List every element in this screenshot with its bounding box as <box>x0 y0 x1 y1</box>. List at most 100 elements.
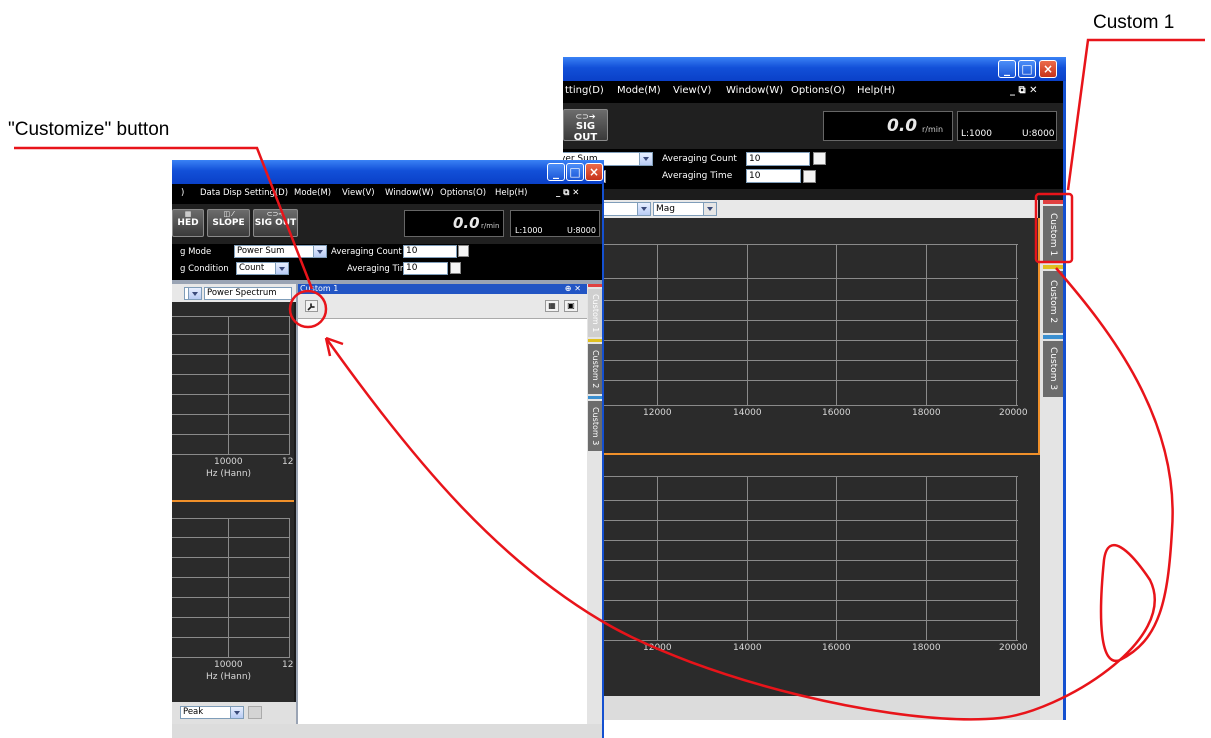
sig-out-icon: ⊂⊃➔ <box>575 112 596 121</box>
graph-header: Mag <box>563 200 1038 218</box>
minimize-button[interactable]: _ <box>547 163 565 181</box>
menu-item-mode[interactable]: Mode(M) <box>294 188 331 198</box>
menu-item-data-disp-setting[interactable]: Data Disp Setting(D) <box>200 188 288 198</box>
x-tick: 18000 <box>912 408 941 418</box>
x-tick: 14000 <box>733 643 762 653</box>
tab-custom1-marker <box>588 284 603 287</box>
title-bar[interactable] <box>563 57 1066 81</box>
minimize-button[interactable]: _ <box>998 60 1016 78</box>
averaging-mode-select[interactable]: Power Sum <box>234 245 327 258</box>
graph-channel-select[interactable] <box>603 202 651 216</box>
wrench-icon <box>307 302 316 311</box>
close-icon: × <box>588 165 600 179</box>
menu-item-options[interactable]: Options(O) <box>791 85 845 96</box>
averaging-count-input[interactable]: 10 <box>403 245 457 258</box>
mdi-controls[interactable]: _ ⧉ ✕ <box>1010 85 1037 96</box>
x-tick: 20000 <box>999 643 1028 653</box>
tab-custom3[interactable]: Custom 3 <box>1043 341 1063 397</box>
customize-button[interactable] <box>305 300 318 312</box>
tab-custom1[interactable]: Custom 1 <box>588 289 603 337</box>
table-view-button[interactable]: ▦ <box>545 300 559 312</box>
close-button[interactable]: × <box>585 163 603 181</box>
averaging-count-stepper[interactable] <box>813 152 826 165</box>
main-window-back: _ □ × tting(D) Mode(M) View(V) Window(W)… <box>563 57 1066 720</box>
maximize-button[interactable]: □ <box>1018 60 1036 78</box>
menu-item-window[interactable]: Window(W) <box>385 188 434 198</box>
hed-button[interactable]: ▦ HED <box>172 209 204 237</box>
averaging-settings: ver Sum Averaging Count 10 Averaging Tim… <box>563 149 1066 189</box>
chevron-down-icon <box>637 203 650 215</box>
status-bar <box>172 724 604 738</box>
hed-label: HED <box>177 218 199 228</box>
x-tick: 16000 <box>822 408 851 418</box>
speed-unit: r/min <box>922 125 944 134</box>
x-tick: 10000 <box>214 457 243 467</box>
graph-area-top[interactable]: 12000 14000 16000 18000 20000 <box>563 218 1040 455</box>
averaging-count-stepper[interactable] <box>458 245 469 257</box>
menu-item-mode[interactable]: Mode(M) <box>617 85 661 96</box>
customize-button-callout: "Customize" button <box>8 119 170 140</box>
x-tick: 12000 <box>643 643 672 653</box>
menu-item-options[interactable]: Options(O) <box>440 188 486 198</box>
maximize-button[interactable]: □ <box>566 163 584 181</box>
custom1-panel-toolbar: ▦ ▣ <box>298 294 587 319</box>
chevron-down-icon <box>639 153 652 165</box>
close-button[interactable]: × <box>1039 60 1057 78</box>
chevron-down-icon <box>703 203 716 215</box>
graph-footer: Peak <box>172 702 296 724</box>
menu-bar: tting(D) Mode(M) View(V) Window(W) Optio… <box>563 81 1066 103</box>
window-border-right <box>602 184 604 738</box>
x-tick: 12000 <box>643 408 672 418</box>
graph-area-bottom[interactable]: 12000 14000 16000 18000 20000 <box>563 455 1040 696</box>
sig-out-button[interactable]: ⊂⊃➔ SIG OUT <box>563 109 608 143</box>
averaging-time-stepper[interactable] <box>803 170 816 183</box>
custom1-panel-titlebar[interactable]: Custom 1 ⊕ ✕ <box>298 284 587 294</box>
menu-item-setting[interactable]: ) <box>181 188 184 198</box>
speed-value: 0.0 <box>453 214 480 232</box>
tab-custom3[interactable]: Custom 3 <box>588 401 603 451</box>
minimize-icon: _ <box>553 165 559 179</box>
panel-view-button[interactable]: ▣ <box>564 300 578 312</box>
averaging-time-input[interactable]: 10 <box>746 169 801 183</box>
minimize-icon: _ <box>1004 62 1010 76</box>
peak-select[interactable]: Peak <box>180 706 244 719</box>
graph-options-icon[interactable] <box>248 706 262 719</box>
tab-custom1[interactable]: Custom 1 <box>1043 206 1063 263</box>
sig-out-icon: ⊂⊃➔ <box>266 210 285 218</box>
graph-channel-select[interactable] <box>184 287 202 300</box>
averaging-time-input[interactable]: 10 <box>403 262 448 275</box>
x-tick: 20000 <box>999 408 1028 418</box>
graph-header: Power Spectrum <box>172 284 296 302</box>
menu-item-view[interactable]: View(V) <box>342 188 375 198</box>
panel-icon: ▣ <box>567 301 575 310</box>
chevron-down-icon <box>275 263 288 274</box>
graph-area-bottom[interactable]: 10000 12 Hz (Hann) <box>172 502 294 702</box>
menu-item-data-setting[interactable]: tting(D) <box>565 85 604 96</box>
averaging-mode-label: g Mode <box>180 247 212 257</box>
speed-value: 0.0 <box>887 116 918 136</box>
toolbar: ▦ HED ◫ ⁄ SLOPE ⊂⊃➔ SIG OUT 0.0 r/min L:… <box>172 204 604 244</box>
menu-item-help[interactable]: Help(H) <box>857 85 895 96</box>
menu-item-view[interactable]: View(V) <box>673 85 711 96</box>
mdi-controls[interactable]: _ ⧉ ✕ <box>556 188 579 198</box>
grid-bottom <box>563 476 1018 641</box>
averaging-condition-select[interactable]: Count <box>236 262 289 275</box>
custom1-panel-title: Custom 1 <box>300 284 339 293</box>
display-type-select[interactable]: Power Spectrum <box>204 287 292 300</box>
sig-out-button[interactable]: ⊂⊃➔ SIG OUT <box>253 209 298 237</box>
custom1-callout-line <box>1066 38 1205 191</box>
averaging-time-stepper[interactable] <box>450 262 461 274</box>
panel-pin-close-icons[interactable]: ⊕ ✕ <box>565 284 581 294</box>
tab-custom2[interactable]: Custom 2 <box>588 344 603 394</box>
display-type-select[interactable]: Mag <box>653 202 717 216</box>
graph-area-top[interactable]: 10000 12 Hz (Hann) <box>172 302 294 502</box>
averaging-count-input[interactable]: 10 <box>746 152 810 166</box>
tab-custom3-marker <box>588 396 603 399</box>
menu-item-window[interactable]: Window(W) <box>726 85 783 96</box>
title-bar[interactable] <box>172 160 604 184</box>
slope-button[interactable]: ◫ ⁄ SLOPE <box>207 209 250 237</box>
menu-item-help[interactable]: Help(H) <box>495 188 527 198</box>
chevron-down-icon <box>188 288 201 299</box>
tab-custom2[interactable]: Custom 2 <box>1043 271 1063 333</box>
sig-out-label: SIG OUT <box>254 218 297 228</box>
